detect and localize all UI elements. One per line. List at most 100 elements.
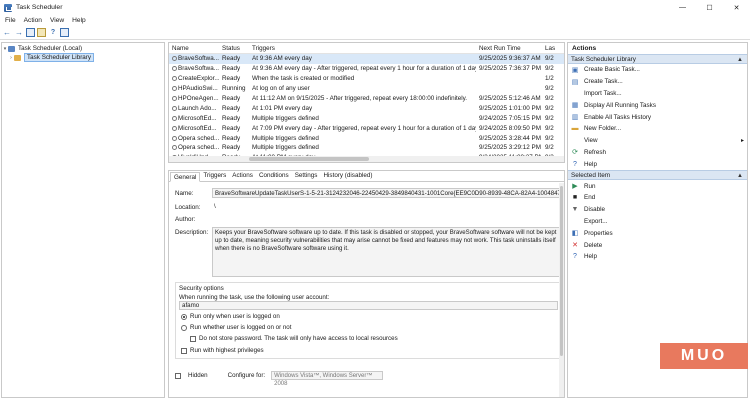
cell-text: At 1:01 PM every day xyxy=(252,104,313,112)
checkbox-icon[interactable] xyxy=(190,335,196,342)
description-field[interactable]: Keeps your BraveSoftware software up to … xyxy=(212,227,560,277)
action-end[interactable]: ■ End xyxy=(568,192,747,204)
radio-button-icon[interactable] xyxy=(181,313,187,320)
cell-text: BraveSoftwa... xyxy=(178,55,219,63)
action-enable-all-tasks-history[interactable]: ▥ Enable All Tasks History xyxy=(568,111,747,123)
radio-button-icon[interactable] xyxy=(181,324,187,331)
title-bar: Task Scheduler — ☐ ✕ xyxy=(0,0,750,15)
task-clock-icon xyxy=(172,66,177,72)
action-create-basic-task[interactable]: ▣ Create Basic Task... xyxy=(568,64,747,76)
tree-item-task-scheduler-local[interactable]: ▾ Task Scheduler (Local) xyxy=(2,44,164,53)
back-arrow-icon[interactable]: ← xyxy=(2,28,12,38)
actions-section-selected-item[interactable]: Selected Item ▲ xyxy=(568,170,747,181)
view-icon xyxy=(571,137,579,145)
show-hide-action-pane-icon[interactable] xyxy=(60,28,69,37)
menu-view[interactable]: View xyxy=(50,17,64,24)
task-row[interactable]: MicrosoftEd... Ready Multiple triggers def… xyxy=(169,113,564,123)
action-label: Display All Running Tasks xyxy=(584,101,656,109)
tab-conditions[interactable]: Conditions xyxy=(256,171,292,181)
cell-text: Ready xyxy=(222,55,241,63)
action-help[interactable]: ? Help xyxy=(568,251,747,263)
column-triggers[interactable]: Triggers xyxy=(249,45,476,52)
actions-section-library[interactable]: Task Scheduler Library ▲ xyxy=(568,54,747,64)
task-row[interactable]: Opera sched... Ready Multiple triggers def… xyxy=(169,143,564,153)
column-name[interactable]: Name xyxy=(169,45,219,52)
cell-text: Ready xyxy=(222,144,241,152)
maximize-button[interactable]: ☐ xyxy=(696,0,723,15)
action-display-all-running-tasks[interactable]: ▦ Display All Running Tasks xyxy=(568,99,747,111)
location-value: \ xyxy=(214,203,216,210)
radio-run-only-logged-on[interactable]: Run only when user is logged on xyxy=(181,313,280,320)
task-row[interactable]: BraveSoftwa... Ready At 9:36 AM every day 9… xyxy=(169,54,564,64)
action-label: New Folder... xyxy=(584,125,622,133)
task-name: MicrosoftEd... xyxy=(169,125,219,132)
task-row[interactable]: Launch Ado... Ready At 1:01 PM every day 9/… xyxy=(169,103,564,113)
action-properties[interactable]: ◧ Properties xyxy=(568,227,747,239)
menu-action[interactable]: Action xyxy=(24,17,42,24)
action-refresh[interactable]: ⟳ Refresh xyxy=(568,147,747,159)
column-next-run-time[interactable]: Next Run Time xyxy=(476,45,542,52)
scheduler-library-icon[interactable] xyxy=(37,28,46,37)
task-row[interactable]: MicrosoftEd... Ready At 7:09 PM every day … xyxy=(169,123,564,133)
tab-settings[interactable]: Settings xyxy=(292,171,321,181)
checkbox-do-not-store-password[interactable]: Do not store password. The task will onl… xyxy=(190,335,398,342)
new-folder-icon: ▬ xyxy=(571,125,579,133)
action-new-folder[interactable]: ▬ New Folder... xyxy=(568,123,747,135)
hidden-checkbox[interactable] xyxy=(175,372,181,379)
action-export[interactable]: Export... xyxy=(568,216,747,228)
center-pane: Name Status Triggers Next Run Time Las B… xyxy=(168,42,565,398)
task-row[interactable]: CreateExplor... Ready When the task is cre… xyxy=(169,74,564,84)
checkbox-icon[interactable] xyxy=(181,347,187,354)
action-help[interactable]: ? Help xyxy=(568,158,747,170)
cell-text: CreateExplor... xyxy=(178,75,219,83)
user-account-field[interactable]: afamo xyxy=(179,301,558,310)
radio-run-whether-logged-on[interactable]: Run whether user is logged on or not xyxy=(181,324,291,331)
action-delete[interactable]: ✕ Delete xyxy=(568,239,747,251)
column-status[interactable]: Status xyxy=(219,45,249,52)
task-row[interactable]: Opera sched... Ready Multiple triggers def… xyxy=(169,133,564,143)
details-vertical-scrollbar[interactable] xyxy=(559,183,564,397)
tab-actions[interactable]: Actions xyxy=(229,171,256,181)
tab-history[interactable]: History (disabled) xyxy=(320,171,375,181)
task-rows: BraveSoftwa... Ready At 9:36 AM every day 9… xyxy=(169,54,564,162)
tab-triggers[interactable]: Triggers xyxy=(200,171,229,181)
configure-for-label: Configure for: xyxy=(227,372,266,379)
name-field[interactable]: BraveSoftwareUpdateTaskUserS-1-5-21-3124… xyxy=(212,188,560,198)
menu-help[interactable]: Help xyxy=(72,17,86,24)
minimize-button[interactable]: — xyxy=(669,0,696,15)
task-clock-icon xyxy=(172,115,177,121)
action-import-task[interactable]: Import Task... xyxy=(568,88,747,100)
show-hide-tree-icon[interactable] xyxy=(26,28,35,37)
task-status: Running xyxy=(219,85,249,92)
cell-text: 9/25/2025 9:36:37 AM xyxy=(479,55,541,63)
task-list-horizontal-scrollbar[interactable] xyxy=(169,156,564,162)
scrollbar-thumb[interactable] xyxy=(560,186,563,356)
task-row[interactable]: HPOneAgen... Ready At 11:12 AM on 9/15/202… xyxy=(169,94,564,104)
task-trigger: At 9:36 AM every day - After triggered, … xyxy=(249,65,476,72)
action-disable[interactable]: ▼ Disable xyxy=(568,204,747,216)
configure-for-select[interactable]: Windows Vista™, Windows Server™ 2008 xyxy=(271,371,384,387)
task-clock-icon xyxy=(172,76,177,82)
action-create-task[interactable]: ▤ Create Task... xyxy=(568,76,747,88)
action-run[interactable]: ▶ Run xyxy=(568,180,747,192)
cell-text: 9/24/2025 8:09:50 PM xyxy=(479,124,541,132)
tree-item-task-scheduler-library[interactable]: › Task Scheduler Library xyxy=(2,53,164,62)
tab-general[interactable]: General xyxy=(170,172,201,182)
cell-text: 9/2 xyxy=(545,65,554,73)
help-icon: ? xyxy=(573,160,577,168)
task-name: Opera sched... xyxy=(169,144,219,151)
close-button[interactable]: ✕ xyxy=(723,0,750,15)
task-row[interactable]: HPAudioSwi... Running At log on of any use… xyxy=(169,84,564,94)
cell-text: 9/2 xyxy=(545,85,554,93)
export-icon xyxy=(571,217,579,225)
help-icon[interactable]: ? xyxy=(48,28,58,38)
checkbox-run-with-highest-privileges[interactable]: Run with highest privileges xyxy=(181,347,264,354)
column-last-run[interactable]: Las xyxy=(542,45,564,52)
menu-file[interactable]: File xyxy=(5,17,16,24)
name-label: Name: xyxy=(175,190,194,197)
forward-arrow-icon[interactable]: → xyxy=(14,28,24,38)
scrollbar-thumb[interactable] xyxy=(249,157,369,161)
action-view[interactable]: View ▸ xyxy=(568,135,747,147)
task-row[interactable]: BraveSoftwa... Ready At 9:36 AM every day … xyxy=(169,64,564,74)
menu-bar: File Action View Help xyxy=(0,15,750,26)
